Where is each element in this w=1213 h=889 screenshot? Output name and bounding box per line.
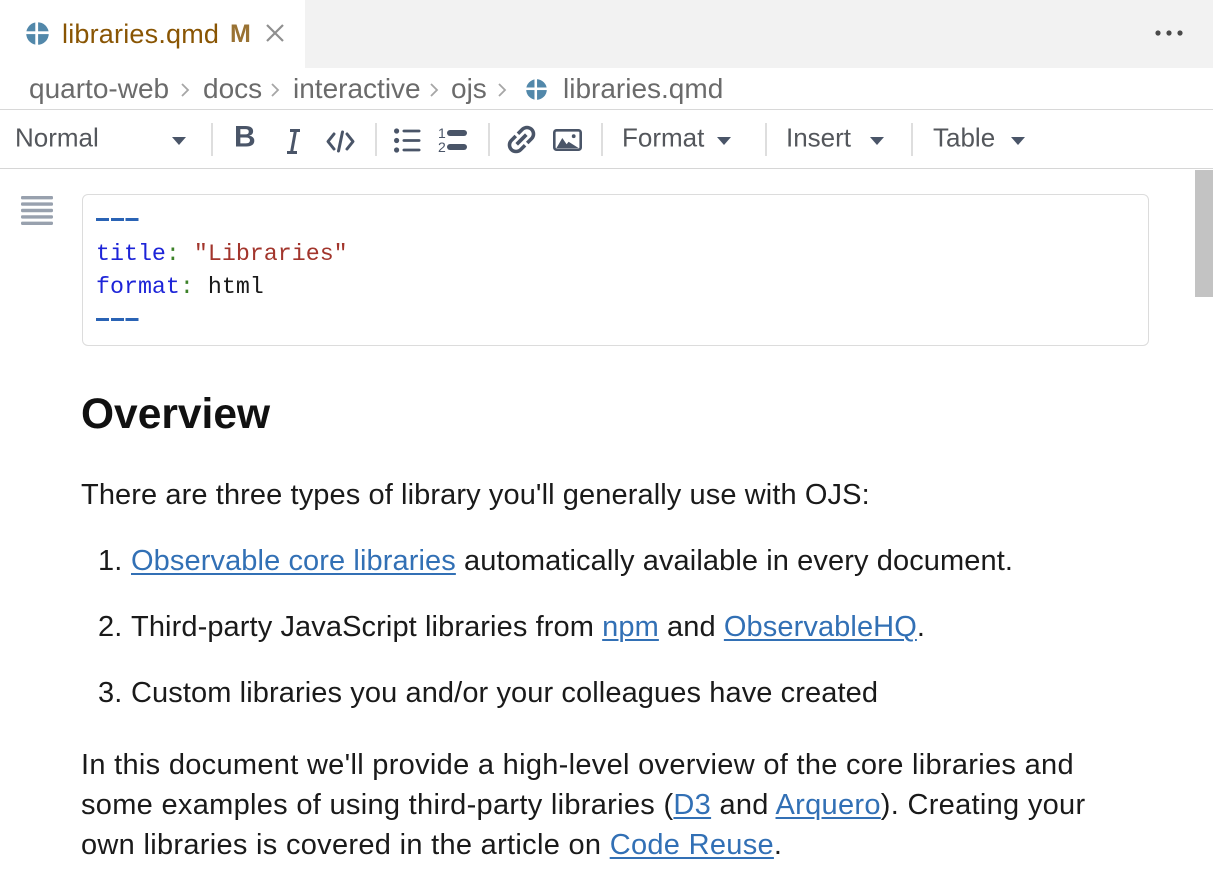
- svg-text:2: 2: [438, 139, 446, 153]
